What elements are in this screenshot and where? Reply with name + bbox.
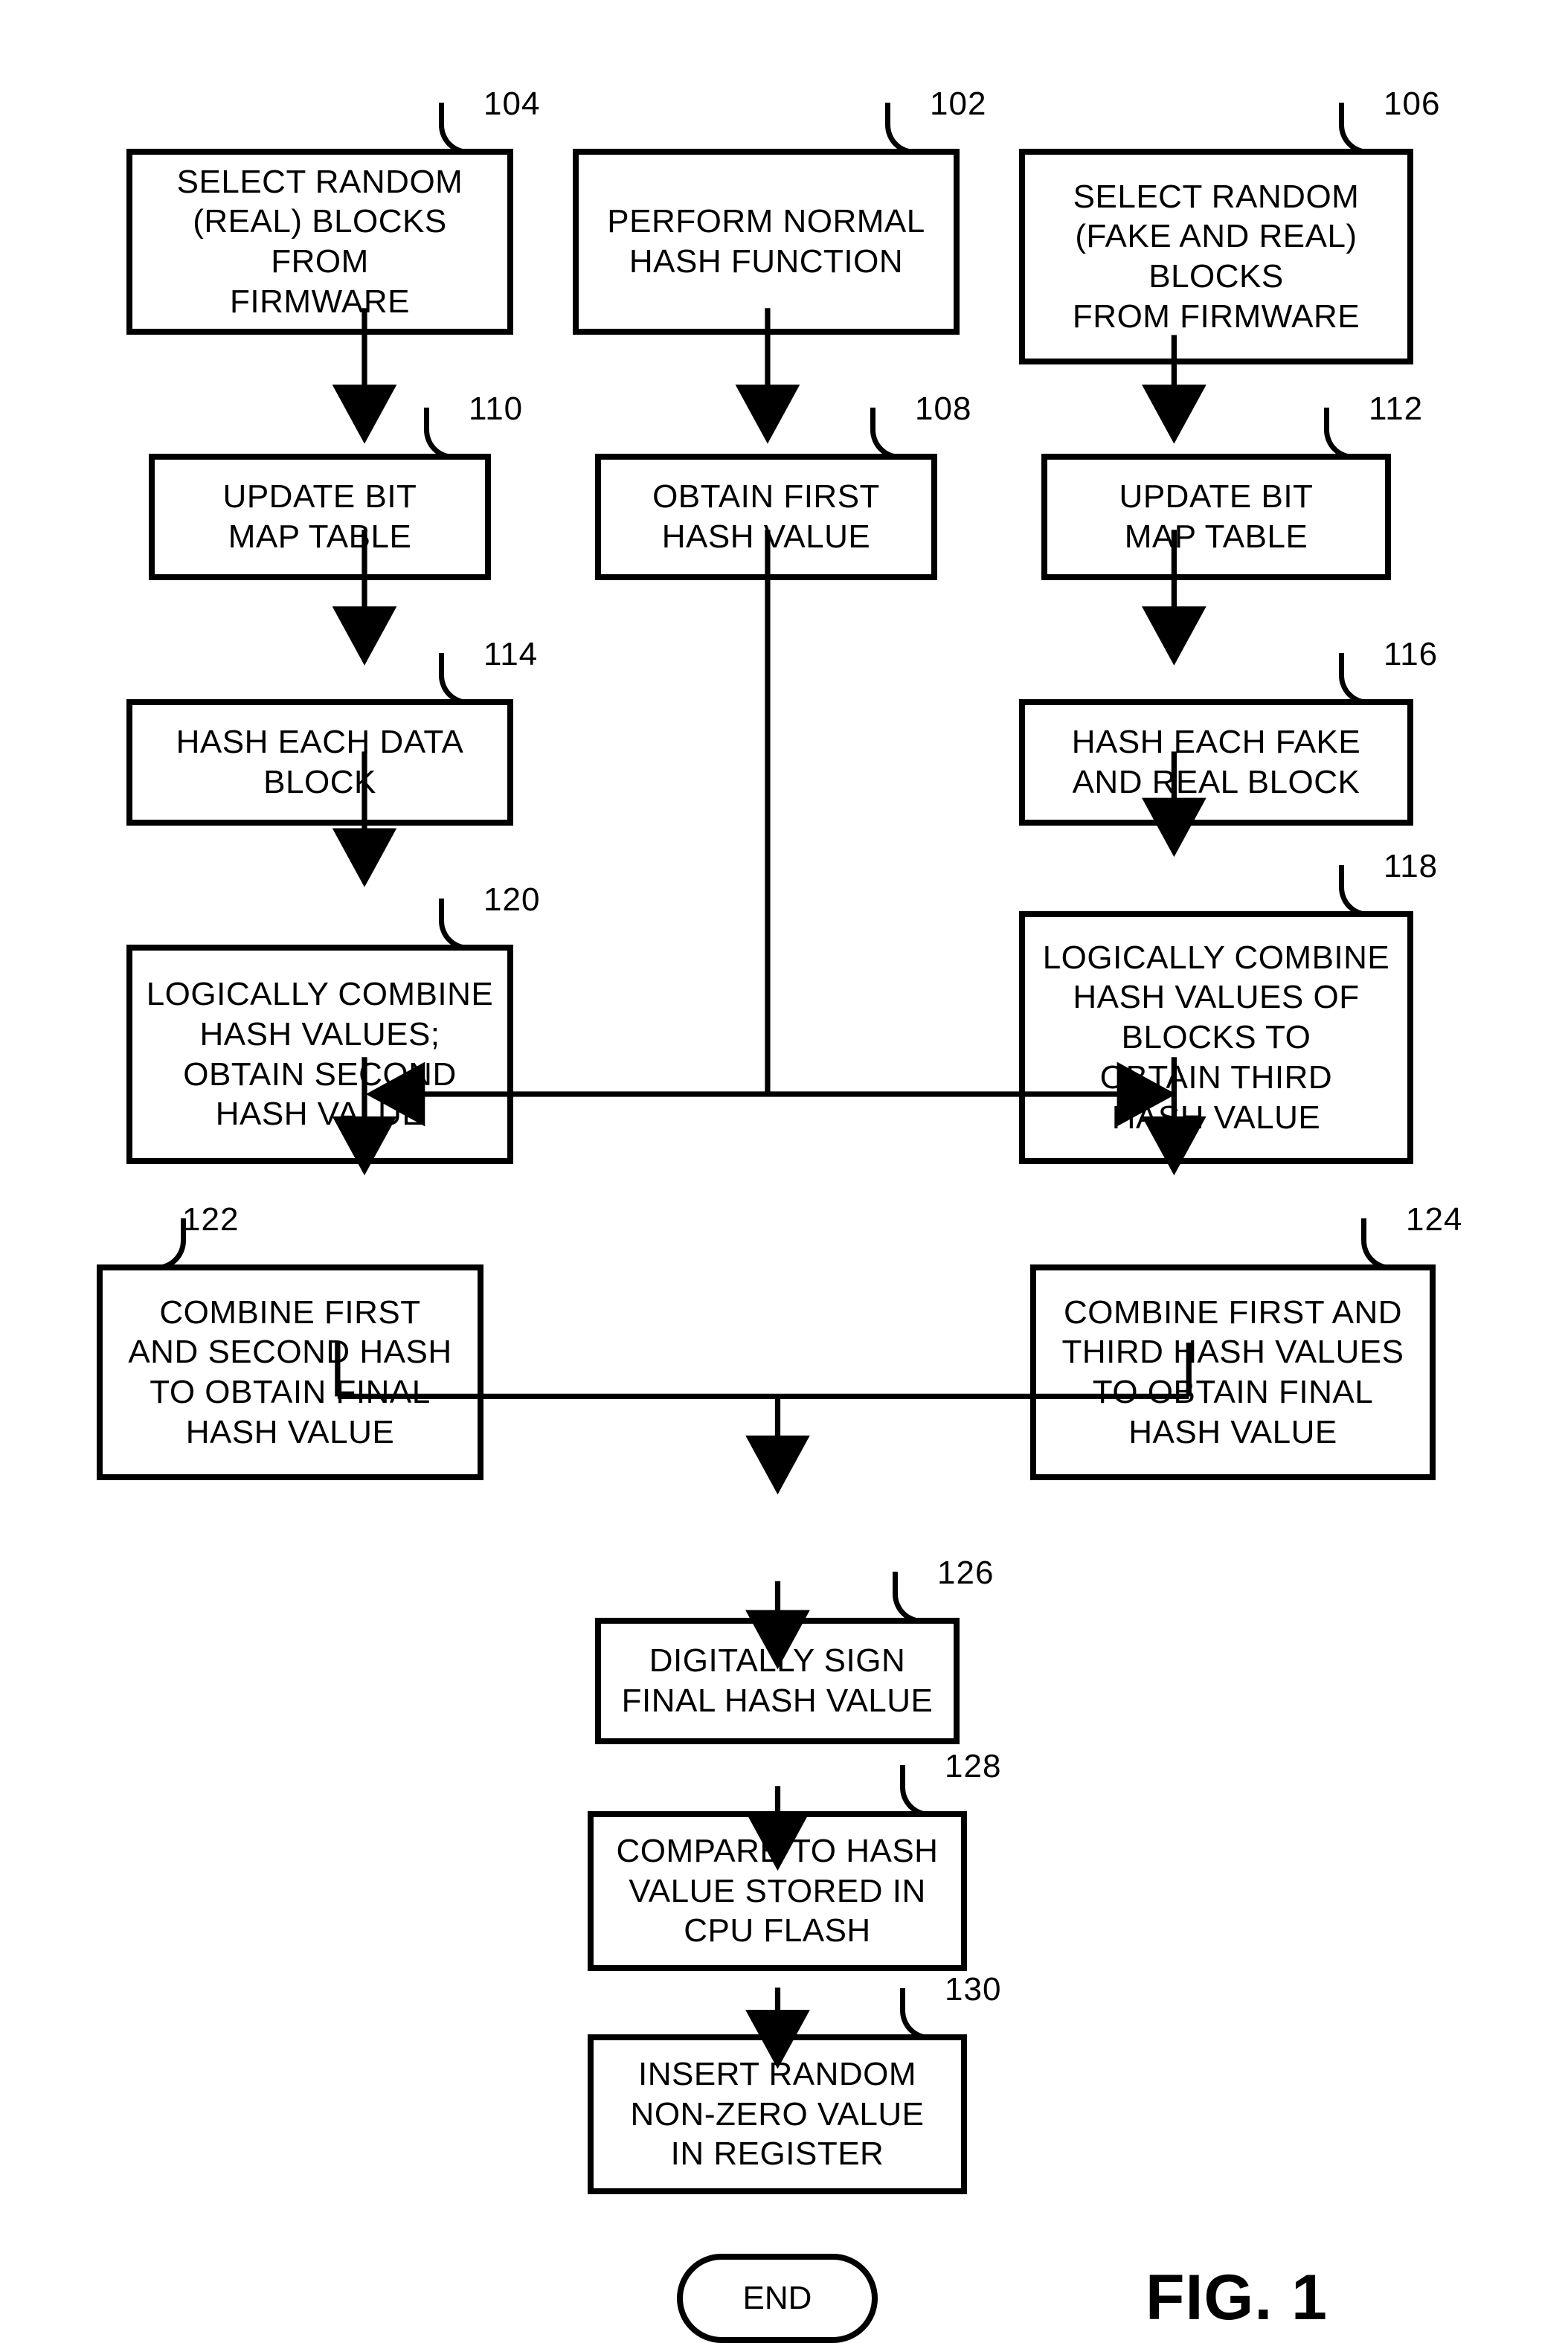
box-118-text: LOGICALLY COMBINEHASH VALUES OFBLOCKS TO… [1043,938,1390,1137]
box-114: HASH EACH DATABLOCK [126,699,513,826]
end-text: END [743,2280,812,2317]
ref-110: 110 [469,390,523,428]
ref-112: 112 [1369,390,1423,428]
ref-124: 124 [1406,1201,1462,1238]
box-110: UPDATE BITMAP TABLE [149,454,491,580]
box-106: SELECT RANDOM(FAKE AND REAL)BLOCKSFROM F… [1019,149,1413,364]
box-124-text: COMBINE FIRST ANDTHIRD HASH VALUESTO OBT… [1062,1293,1404,1453]
ref-hook-106 [1339,103,1384,155]
ref-hook-124 [1361,1218,1406,1270]
ref-hook-128 [900,1765,945,1817]
ref-106: 106 [1384,86,1440,123]
ref-130: 130 [945,1971,1001,2008]
figure-label: FIG. 1 [1146,2261,1328,2335]
box-112: UPDATE BITMAP TABLE [1041,454,1391,580]
ref-hook-114 [439,653,483,705]
ref-118: 118 [1384,848,1438,885]
ref-122: 122 [182,1201,239,1238]
ref-hook-104 [439,103,483,155]
box-130-text: INSERT RANDOMNON-ZERO VALUEIN REGISTER [631,2054,925,2174]
ref-hook-116 [1339,653,1384,705]
box-126: DIGITALLY SIGNFINAL HASH VALUE [595,1618,960,1744]
ref-116: 116 [1384,636,1438,673]
box-118: LOGICALLY COMBINEHASH VALUES OFBLOCKS TO… [1019,911,1413,1164]
ref-114: 114 [483,636,538,673]
ref-hook-126 [893,1572,937,1624]
box-102: PERFORM NORMALHASH FUNCTION [573,149,960,335]
box-120: LOGICALLY COMBINEHASH VALUES;OBTAIN SECO… [126,945,513,1164]
ref-hook-108 [870,408,915,460]
box-122-text: COMBINE FIRSTAND SECOND HASHTO OBTAIN FI… [128,1293,452,1453]
box-108: OBTAIN FIRSTHASH VALUE [595,454,937,580]
box-116: HASH EACH FAKEAND REAL BLOCK [1019,699,1413,826]
ref-102: 102 [930,86,986,123]
box-104-text: SELECT RANDOM(REAL) BLOCKS FROMFIRMWARE [146,162,494,322]
box-120-text: LOGICALLY COMBINEHASH VALUES;OBTAIN SECO… [147,974,494,1134]
box-128-text: COMPARE TO HASHVALUE STORED INCPU FLASH [617,1831,939,1951]
end-terminal: END [677,2254,878,2343]
flowchart-frame: SELECT RANDOM(REAL) BLOCKS FROMFIRMWARE … [82,60,1480,2142]
box-126-text: DIGITALLY SIGNFINAL HASH VALUE [622,1641,934,1720]
box-110-text: UPDATE BITMAP TABLE [223,477,417,556]
ref-hook-118 [1339,865,1384,917]
box-124: COMBINE FIRST ANDTHIRD HASH VALUESTO OBT… [1030,1264,1436,1480]
box-108-text: OBTAIN FIRSTHASH VALUE [652,477,880,556]
ref-104: 104 [483,86,540,123]
ref-128: 128 [945,1748,1001,1785]
ref-hook-122 [141,1218,186,1270]
ref-108: 108 [915,390,971,428]
box-128: COMPARE TO HASHVALUE STORED INCPU FLASH [588,1811,967,1971]
box-130: INSERT RANDOMNON-ZERO VALUEIN REGISTER [588,2034,967,2194]
ref-hook-130 [900,1988,945,2040]
box-102-text: PERFORM NORMALHASH FUNCTION [607,202,925,281]
box-104: SELECT RANDOM(REAL) BLOCKS FROMFIRMWARE [126,149,513,335]
box-106-text: SELECT RANDOM(FAKE AND REAL)BLOCKSFROM F… [1073,177,1360,337]
box-114-text: HASH EACH DATABLOCK [176,722,464,802]
ref-hook-120 [439,899,483,951]
ref-hook-102 [885,103,930,155]
ref-hook-112 [1324,408,1369,460]
ref-hook-110 [424,408,469,460]
ref-126: 126 [937,1555,994,1592]
box-122: COMBINE FIRSTAND SECOND HASHTO OBTAIN FI… [97,1264,483,1480]
box-116-text: HASH EACH FAKEAND REAL BLOCK [1072,722,1360,802]
ref-120: 120 [483,881,540,919]
box-112-text: UPDATE BITMAP TABLE [1119,477,1314,556]
